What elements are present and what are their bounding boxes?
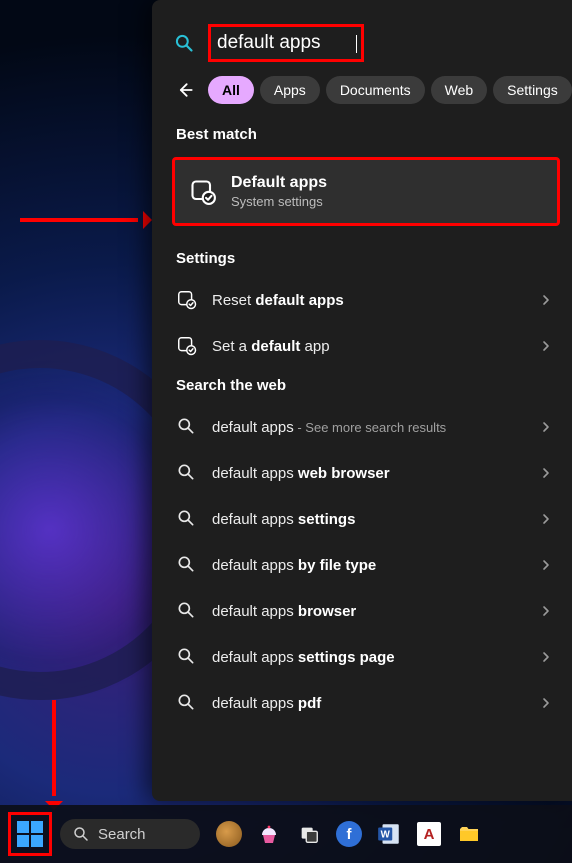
- section-best-match: Best match: [152, 118, 572, 153]
- result-label: default apps - See more search results: [212, 419, 446, 436]
- text-cursor: [356, 35, 357, 53]
- taskbar-tray: f W A: [214, 819, 484, 849]
- chevron-right-icon: [538, 695, 554, 711]
- search-icon: [176, 416, 198, 438]
- chevron-right-icon: [538, 511, 554, 527]
- settings-results-list: Reset default apps Set a default app: [152, 277, 572, 369]
- filter-row: All Apps Documents Web Settings: [152, 76, 572, 118]
- search-icon: [176, 692, 198, 714]
- web-result[interactable]: default apps pdf: [152, 680, 572, 726]
- result-label: Set a default app: [212, 338, 330, 355]
- best-match-subtitle: System settings: [231, 194, 327, 209]
- result-label: default apps web browser: [212, 465, 390, 482]
- chevron-right-icon: [538, 465, 554, 481]
- best-match-result[interactable]: Default apps System settings: [172, 157, 560, 226]
- svg-text:W: W: [381, 829, 391, 840]
- tray-autocad-icon[interactable]: A: [414, 819, 444, 849]
- search-input[interactable]: default apps: [208, 24, 364, 62]
- tray-explorer-icon[interactable]: [454, 819, 484, 849]
- web-results-list: default apps - See more search results de…: [152, 404, 572, 726]
- tray-cookie-icon[interactable]: [214, 819, 244, 849]
- search-icon: [174, 33, 194, 53]
- taskbar-search-placeholder: Search: [98, 826, 146, 843]
- settings-app-icon: [176, 335, 198, 357]
- search-icon: [176, 646, 198, 668]
- settings-result[interactable]: Reset default apps: [152, 277, 572, 323]
- search-icon: [176, 508, 198, 530]
- settings-app-icon: [176, 289, 198, 311]
- web-result[interactable]: default apps by file type: [152, 542, 572, 588]
- tray-word-icon[interactable]: W: [374, 819, 404, 849]
- chevron-right-icon: [538, 292, 554, 308]
- tray-cupcake-icon[interactable]: [254, 819, 284, 849]
- web-result[interactable]: default apps web browser: [152, 450, 572, 496]
- annotation-arrow-to-bestmatch: [20, 218, 138, 222]
- filter-all[interactable]: All: [208, 76, 254, 104]
- start-button[interactable]: [8, 812, 52, 856]
- tray-fedora-icon[interactable]: f: [334, 819, 364, 849]
- best-match-title: Default apps: [231, 174, 327, 192]
- search-row: default apps: [152, 18, 572, 76]
- result-label: default apps pdf: [212, 695, 321, 712]
- tray-taskview-icon[interactable]: [294, 819, 324, 849]
- taskbar: Search f W A: [0, 805, 572, 863]
- start-search-panel: default apps All Apps Documents Web Sett…: [152, 0, 572, 801]
- taskbar-search[interactable]: Search: [60, 819, 200, 849]
- chevron-right-icon: [538, 419, 554, 435]
- web-result[interactable]: default apps settings page: [152, 634, 572, 680]
- filter-settings[interactable]: Settings: [493, 76, 572, 104]
- search-icon: [176, 554, 198, 576]
- filter-web[interactable]: Web: [431, 76, 488, 104]
- filter-apps[interactable]: Apps: [260, 76, 320, 104]
- best-match-text: Default apps System settings: [231, 174, 327, 209]
- section-settings: Settings: [152, 242, 572, 277]
- default-apps-icon: [189, 178, 217, 206]
- filter-documents[interactable]: Documents: [326, 76, 425, 104]
- search-icon: [72, 825, 90, 843]
- web-result[interactable]: default apps browser: [152, 588, 572, 634]
- chevron-right-icon: [538, 557, 554, 573]
- settings-result[interactable]: Set a default app: [152, 323, 572, 369]
- result-label: default apps browser: [212, 603, 356, 620]
- chevron-right-icon: [538, 603, 554, 619]
- search-icon: [176, 462, 198, 484]
- result-label: default apps settings: [212, 511, 355, 528]
- result-label: default apps settings page: [212, 649, 395, 666]
- windows-logo-icon: [17, 821, 43, 847]
- result-label: Reset default apps: [212, 292, 344, 309]
- chevron-right-icon: [538, 338, 554, 354]
- search-input-value: default apps: [215, 28, 355, 58]
- search-icon: [176, 600, 198, 622]
- annotation-arrow-to-start: [52, 700, 56, 796]
- chevron-right-icon: [538, 649, 554, 665]
- web-result[interactable]: default apps - See more search results: [152, 404, 572, 450]
- web-result[interactable]: default apps settings: [152, 496, 572, 542]
- section-search-web: Search the web: [152, 369, 572, 404]
- result-label: default apps by file type: [212, 557, 376, 574]
- back-button[interactable]: [172, 77, 198, 103]
